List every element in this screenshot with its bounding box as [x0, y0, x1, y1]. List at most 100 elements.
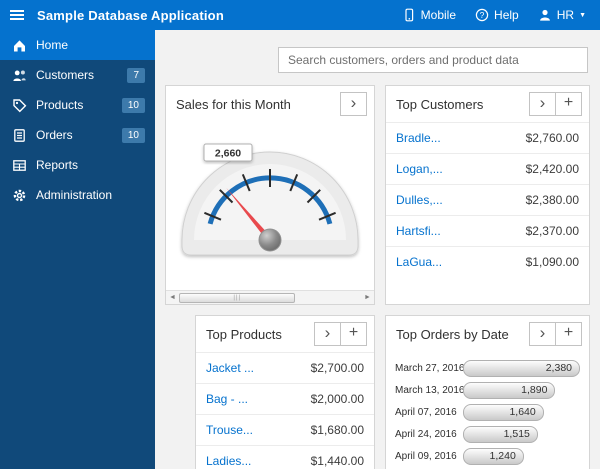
order-date: April 09, 2016 — [395, 451, 457, 462]
svg-text:?: ? — [480, 10, 485, 20]
top-products-list: Jacket ... $2,700.00 Bag - ... $2,000.00 T… — [196, 352, 374, 469]
customer-link[interactable]: Dulles,... — [396, 193, 443, 207]
order-bar: 1,890 — [463, 382, 556, 399]
sidebar-item-label: Orders — [36, 128, 73, 142]
list-item: Hartsfi... $2,370.00 — [386, 215, 589, 246]
sidebar-item-customers[interactable]: Customers 7 — [0, 60, 155, 90]
list-item: Jacket ... $2,700.00 — [196, 352, 374, 383]
mobile-link[interactable]: Mobile — [402, 8, 456, 22]
sidebar-item-label: Administration — [36, 188, 113, 202]
order-date: March 13, 2016 — [395, 385, 465, 396]
list-item: Bag - ... $2,000.00 — [196, 383, 374, 414]
expand-button[interactable]: › — [529, 92, 556, 116]
chevron-right-icon: › — [350, 93, 357, 112]
nav-badge: 7 — [127, 67, 145, 83]
product-value: $1,440.00 — [310, 454, 364, 468]
card-title: Sales for this Month — [176, 96, 291, 112]
mobile-icon — [405, 8, 413, 22]
add-order-button[interactable]: + — [555, 322, 582, 346]
product-link[interactable]: Ladies... — [206, 454, 251, 468]
product-value: $2,000.00 — [310, 392, 364, 406]
product-value: $1,680.00 — [310, 423, 364, 437]
plus-icon: + — [563, 94, 574, 111]
top-orders-card: Top Orders by Date › + March 27, 2016 2,… — [385, 315, 590, 469]
sidebar-nav: Home Customers 7 Products 10 Orders 10 R… — [0, 30, 155, 469]
orders-icon — [14, 128, 25, 142]
sidebar-item-label: Products — [36, 98, 84, 112]
scrollbar-thumb[interactable]: ||| — [179, 292, 296, 303]
top-orders-header: Top Orders by Date › + — [386, 316, 589, 352]
customer-value: $2,380.00 — [525, 193, 579, 207]
top-products-header: Top Products › + — [196, 316, 374, 352]
nav-badge: 10 — [121, 127, 145, 143]
product-link[interactable]: Jacket ... — [206, 361, 254, 375]
expand-button[interactable]: › — [340, 92, 367, 116]
order-date: March 27, 2016 — [395, 363, 465, 374]
order-bar: 1,515 — [463, 426, 538, 443]
app-title: Sample Database Application — [37, 7, 224, 23]
gear-icon — [13, 189, 26, 201]
sidebar-item-administration[interactable]: Administration — [0, 180, 155, 210]
sales-gauge: 2,660 — [166, 122, 374, 292]
sidebar-item-home[interactable]: Home — [0, 30, 155, 60]
list-item: Dulles,... $2,380.00 — [386, 184, 589, 215]
card-title: Top Products — [206, 326, 282, 342]
hamburger-icon — [10, 10, 24, 20]
chevron-right-icon: › — [539, 93, 546, 112]
scroll-left-button[interactable]: ◄ — [166, 294, 179, 301]
sidebar-item-reports[interactable]: Reports — [0, 150, 155, 180]
customer-value: $1,090.00 — [525, 255, 579, 269]
plus-icon: + — [348, 324, 359, 341]
product-value: $2,700.00 — [310, 361, 364, 375]
scroll-right-button[interactable]: ► — [361, 294, 374, 301]
menu-toggle-button[interactable] — [0, 0, 34, 30]
order-date: April 07, 2016 — [395, 407, 457, 418]
top-customers-header: Top Customers › + — [386, 86, 589, 122]
sidebar-item-label: Customers — [36, 68, 95, 82]
customer-link[interactable]: Hartsfi... — [396, 224, 441, 238]
sidebar-item-label: Home — [36, 38, 69, 52]
customers-icon — [13, 70, 26, 81]
expand-button[interactable]: › — [529, 322, 556, 346]
product-link[interactable]: Trouse... — [206, 423, 253, 437]
sidebar-item-products[interactable]: Products 10 — [0, 90, 155, 120]
top-customers-card: Top Customers › + Bradle... $2,760.00 Log… — [385, 85, 590, 305]
search-input[interactable] — [278, 47, 588, 73]
add-product-button[interactable]: + — [340, 322, 367, 346]
top-products-card: Top Products › + Jacket ... $2,700.00 Bag… — [195, 315, 375, 469]
horizontal-scrollbar[interactable]: ◄ ||| ► — [166, 290, 374, 304]
list-item: Logan,... $2,420.00 — [386, 153, 589, 184]
user-label: HR — [556, 8, 575, 22]
order-row: March 27, 2016 2,380 — [395, 360, 580, 377]
customer-link[interactable]: LaGua... — [396, 255, 442, 269]
help-link[interactable]: ? Help — [475, 8, 519, 22]
customer-link[interactable]: Bradle... — [396, 131, 441, 145]
list-item: Trouse... $1,680.00 — [196, 414, 374, 445]
sidebar-item-orders[interactable]: Orders 10 — [0, 120, 155, 150]
application-window: Sample Database Application Mobile ? Hel… — [0, 0, 600, 469]
order-bar: 1,240 — [463, 448, 524, 465]
card-title: Top Orders by Date — [396, 326, 509, 342]
help-label: Help — [494, 8, 519, 22]
sales-card: Sales for this Month › 2,660 ◄ ||| ► — [165, 85, 375, 305]
top-customers-list: Bradle... $2,760.00 Logan,... $2,420.00 Du… — [386, 122, 589, 277]
order-row: April 24, 2016 1,515 — [395, 426, 580, 443]
expand-button[interactable]: › — [314, 322, 341, 346]
list-item: Bradle... $2,760.00 — [386, 122, 589, 153]
svg-text:2,660: 2,660 — [215, 148, 241, 160]
customer-value: $2,370.00 — [525, 224, 579, 238]
customer-link[interactable]: Logan,... — [396, 162, 443, 176]
user-menu[interactable]: HR ▼ — [538, 8, 586, 22]
order-row: April 07, 2016 1,640 — [395, 404, 580, 421]
gauge-value-label: 2,660 — [203, 143, 253, 162]
list-item: Ladies... $1,440.00 — [196, 445, 374, 469]
product-link[interactable]: Bag - ... — [206, 392, 248, 406]
add-customer-button[interactable]: + — [555, 92, 582, 116]
sales-card-header: Sales for this Month › — [166, 86, 374, 122]
products-icon — [13, 98, 27, 112]
scrollbar-track[interactable]: ||| — [179, 292, 361, 304]
scrollbar-grip-icon: ||| — [233, 294, 242, 301]
user-icon — [539, 9, 550, 21]
order-row: April 09, 2016 1,240 — [395, 448, 580, 465]
chevron-right-icon: › — [539, 323, 546, 342]
